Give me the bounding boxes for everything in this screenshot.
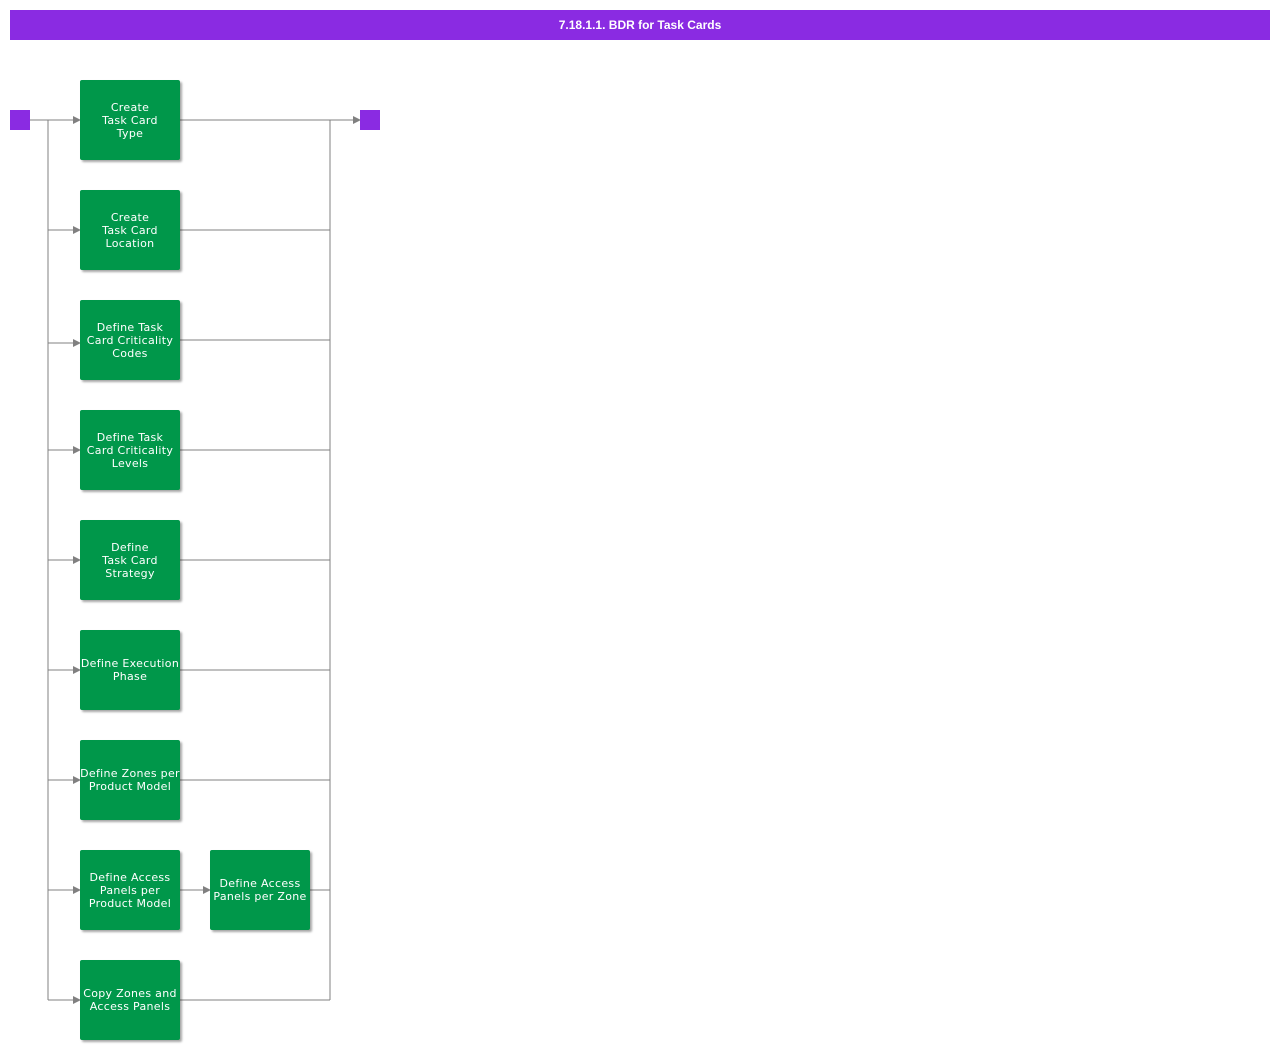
task-define-execution-phase[interactable]: Define Execution Phase [80,630,180,710]
task-define-access-panels-per-zone[interactable]: Define Access Panels per Zone [210,850,310,930]
task-define-task-card-criticality-codes[interactable]: Define Task Card Criticality Codes [80,300,180,380]
task-define-task-card-criticality-levels[interactable]: Define Task Card Criticality Levels [80,410,180,490]
connector-lines [30,116,361,1004]
task-create-task-card-type[interactable]: Create Task Card Type [80,80,180,160]
task-copy-zones-and-access-panels[interactable]: Copy Zones and Access Panels [80,960,180,1040]
end-node [360,110,380,130]
task-define-zones-per-product-model[interactable]: Define Zones per Product Model [80,740,180,820]
task-create-task-card-location[interactable]: Create Task Card Location [80,190,180,270]
start-node [10,110,30,130]
task-define-task-card-strategy[interactable]: Define Task Card Strategy [80,520,180,600]
task-define-access-panels-per-product-model[interactable]: Define Access Panels per Product Model [80,850,180,930]
